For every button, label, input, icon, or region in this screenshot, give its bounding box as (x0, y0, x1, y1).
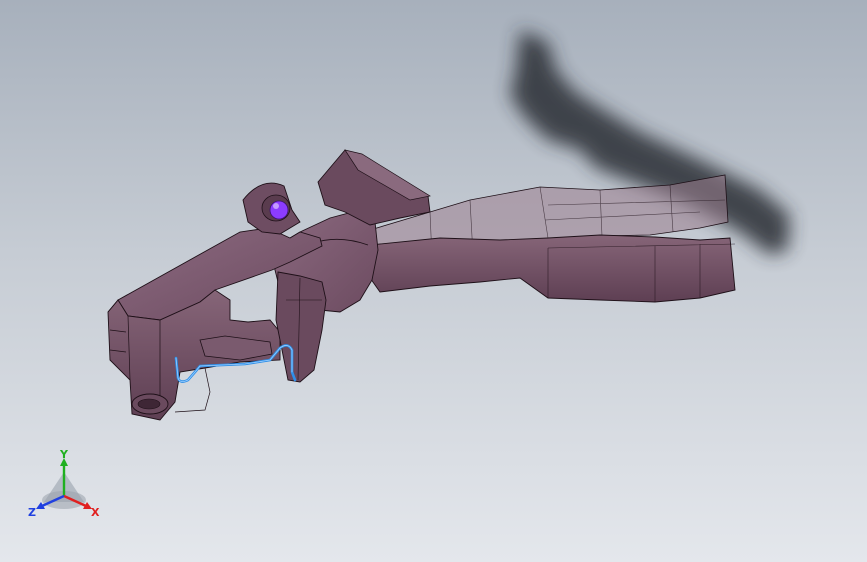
side-bracket (275, 271, 327, 383)
pedal-arm-lower (367, 234, 736, 303)
orientation-triad[interactable]: Y X Z (22, 448, 106, 522)
main-body (107, 227, 327, 421)
bolt-head (269, 200, 289, 220)
bolt-highlight (273, 203, 279, 209)
z-axis-label: Z (28, 506, 36, 519)
x-axis-label: X (91, 506, 100, 519)
pivot-boss (242, 182, 301, 235)
y-axis-label: Y (59, 448, 69, 461)
graphics-viewport[interactable]: Y X Z (0, 0, 867, 562)
3d-model-view[interactable] (0, 0, 867, 562)
connector-tube-hole (137, 398, 161, 410)
